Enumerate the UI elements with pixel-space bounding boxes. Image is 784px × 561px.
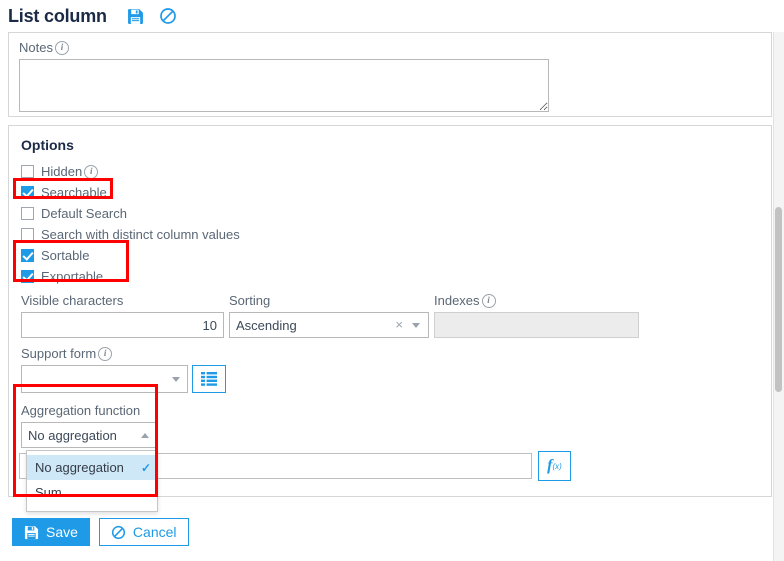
support-form-label-text: Support form — [21, 346, 97, 361]
checkbox-row-distinct-values[interactable]: Search with distinct column values — [21, 224, 761, 245]
checkbox-row-hidden[interactable]: Hidden i — [21, 161, 761, 182]
sorting-select-tools: × — [395, 318, 422, 331]
visible-characters-input[interactable] — [21, 312, 224, 338]
cancel-button-label: Cancel — [132, 524, 177, 540]
options-section-title: Options — [21, 137, 74, 153]
checkbox-label-default-search: Default Search — [41, 206, 127, 221]
checkbox-label-distinct-values: Search with distinct column values — [41, 227, 240, 242]
formula-icon-arg: (x) — [552, 461, 562, 471]
checkbox-row-searchable[interactable]: Searchable — [21, 182, 761, 203]
support-form-field: Support form i — [21, 346, 226, 393]
support-form-row — [21, 365, 226, 393]
notes-label: Notes i — [19, 40, 69, 56]
indexes-field: Indexes i — [434, 293, 639, 338]
aggregation-option-sum[interactable]: Sum — [27, 480, 157, 505]
aggregation-dropdown-menu: No aggregation ✓ Sum — [26, 450, 158, 512]
floppy-disk-icon — [24, 525, 39, 539]
checkbox-row-default-search[interactable]: Default Search — [21, 203, 761, 224]
checkbox-text-hidden: Hidden — [41, 164, 83, 179]
floppy-disk-icon — [128, 8, 144, 24]
visible-characters-label: Visible characters — [21, 293, 124, 308]
sorting-select[interactable]: Ascending × — [229, 312, 429, 338]
check-icon: ✓ — [140, 460, 151, 475]
visible-characters-field: Visible characters — [21, 293, 224, 338]
checkbox-hidden[interactable] — [21, 165, 34, 178]
indexes-input — [434, 312, 639, 338]
list-icon — [200, 372, 217, 386]
info-icon[interactable]: i — [481, 294, 496, 308]
checkbox-searchable[interactable] — [21, 186, 34, 199]
chevron-up-icon[interactable] — [141, 432, 149, 438]
cancel-button[interactable]: Cancel — [98, 518, 189, 546]
aggregation-field: Aggregation function No aggregation No a… — [21, 403, 226, 512]
indexes-label: Indexes i — [434, 293, 639, 309]
checkbox-label-sortable: Sortable — [41, 248, 90, 263]
header-cancel-icon[interactable] — [157, 5, 179, 27]
checkbox-exportable[interactable] — [21, 270, 34, 283]
scrollbar-thumb[interactable] — [775, 207, 782, 392]
footer-actions: Save Cancel — [12, 518, 189, 546]
save-button-label: Save — [46, 524, 78, 540]
checkbox-row-exportable[interactable]: Exportable — [21, 266, 761, 287]
support-form-list-button[interactable] — [191, 365, 226, 393]
clear-icon[interactable]: × — [395, 318, 403, 331]
checkbox-label-searchable: Searchable — [41, 185, 107, 200]
notes-panel: Notes i — [8, 32, 772, 117]
aggregation-label: Aggregation function — [21, 403, 141, 418]
checkbox-label-hidden: Hidden i — [41, 164, 99, 179]
chevron-down-icon[interactable] — [412, 322, 420, 328]
info-icon[interactable]: i — [98, 347, 113, 361]
support-form-select[interactable] — [21, 365, 188, 393]
circle-slash-icon — [159, 8, 176, 24]
fields-row: Visible characters Sorting Ascending × I… — [21, 293, 761, 338]
page-title: List column — [8, 5, 107, 26]
notes-textarea[interactable] — [19, 59, 549, 112]
formula-button[interactable]: f (x) — [538, 451, 571, 481]
checkbox-label-exportable: Exportable — [41, 269, 104, 284]
sorting-selected-value: Ascending — [236, 317, 297, 333]
sorting-label: Sorting — [229, 293, 271, 308]
aggregation-option-label: No aggregation — [35, 460, 124, 475]
info-icon[interactable]: i — [84, 164, 99, 179]
vertical-scrollbar[interactable] — [773, 32, 784, 561]
page-header: List column — [0, 0, 784, 32]
aggregation-select[interactable]: No aggregation — [21, 422, 156, 448]
chevron-down-icon[interactable] — [171, 376, 180, 382]
checkbox-default-search[interactable] — [21, 207, 34, 220]
checkbox-distinct-values[interactable] — [21, 228, 34, 241]
header-save-icon[interactable] — [125, 5, 147, 27]
checkbox-row-sortable[interactable]: Sortable — [21, 245, 761, 266]
aggregation-selected-value: No aggregation — [28, 427, 117, 443]
options-checkbox-list: Hidden i Searchable Default Search Searc… — [21, 161, 761, 287]
info-icon[interactable]: i — [54, 41, 69, 55]
options-panel: Options Hidden i Searchable Default Sear… — [8, 125, 772, 512]
circle-slash-icon — [111, 525, 126, 539]
checkbox-sortable[interactable] — [21, 249, 34, 262]
indexes-label-text: Indexes — [434, 293, 480, 308]
sorting-field: Sorting Ascending × — [229, 293, 429, 338]
support-form-label: Support form i — [21, 346, 113, 362]
notes-label-text: Notes — [19, 40, 53, 55]
aggregation-option-no-aggregation[interactable]: No aggregation ✓ — [27, 455, 157, 480]
aggregation-option-label: Sum — [35, 485, 62, 500]
save-button[interactable]: Save — [12, 518, 90, 546]
